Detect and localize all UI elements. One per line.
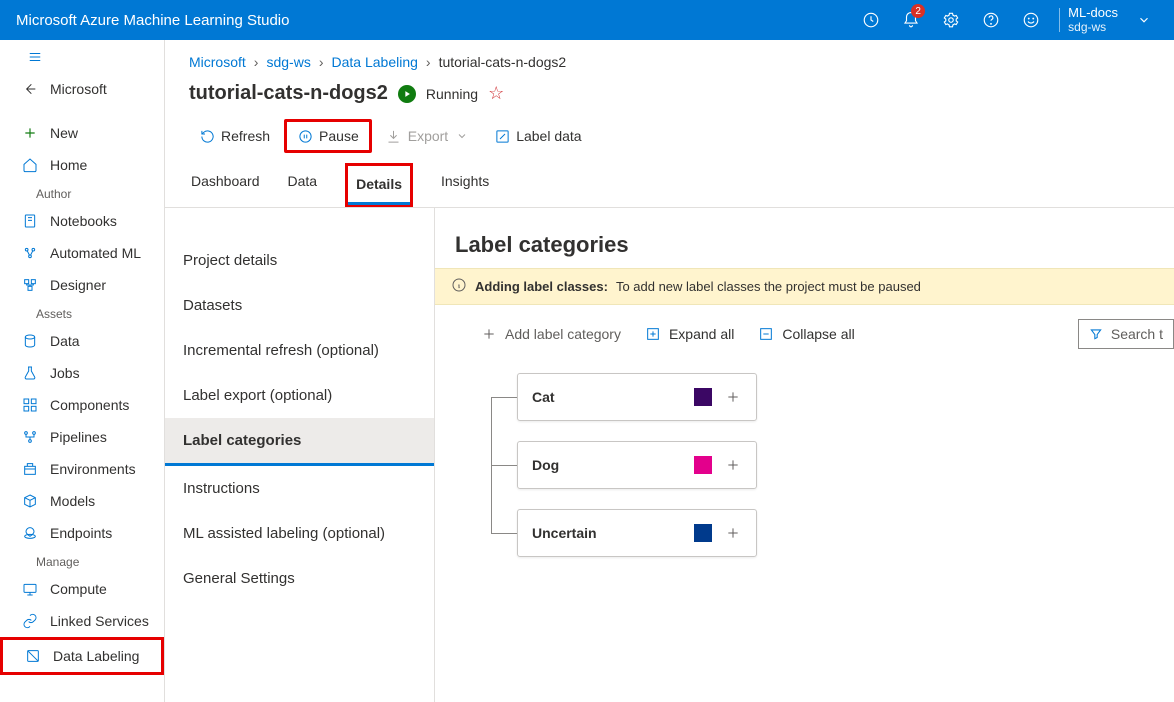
pause-icon [297,128,313,144]
hamburger-icon[interactable] [0,40,164,73]
play-circle-icon [398,85,416,103]
detail-nav-label-categories[interactable]: Label categories [165,418,434,466]
sidebar-item-automl[interactable]: Automated ML [0,237,164,269]
edit-box-icon [494,128,510,144]
color-swatch [694,524,712,542]
link-icon [22,613,38,629]
sidebar-item-compute[interactable]: Compute [0,573,164,605]
detail-nav-general-settings[interactable]: General Settings [165,556,434,601]
feedback-icon[interactable] [1011,0,1051,40]
sidebar-item-data-labeling[interactable]: Data Labeling [0,637,164,675]
detail-nav-instructions[interactable]: Instructions [165,466,434,511]
plus-icon [22,125,38,141]
sidebar-item-environments[interactable]: Environments [0,453,164,485]
refresh-icon [199,128,215,144]
detail-nav-label-export[interactable]: Label export (optional) [165,373,434,418]
category-card[interactable]: Cat [517,373,757,421]
label-icon [25,648,41,664]
sidebar-item-new[interactable]: New [0,117,164,149]
search-input[interactable]: Search t [1078,319,1174,349]
sidebar-item-data[interactable]: Data [0,325,164,357]
components-icon [22,397,38,413]
export-icon [386,128,402,144]
notebook-icon [22,213,38,229]
compute-icon [22,581,38,597]
sidebar-item-linked-services[interactable]: Linked Services [0,605,164,637]
add-child-button[interactable] [724,524,742,542]
page-title: tutorial-cats-n-dogs2 [189,82,388,105]
expand-all-button[interactable]: Expand all [645,326,734,342]
sidebar-item-jobs[interactable]: Jobs [0,357,164,389]
export-button: Export [376,122,480,150]
tab-dashboard[interactable]: Dashboard [191,163,260,207]
breadcrumb-current: tutorial-cats-n-dogs2 [439,54,567,70]
info-bar: Adding label classes: To add new label c… [435,268,1174,305]
notification-badge: 2 [911,4,925,18]
sidebar-item-components[interactable]: Components [0,389,164,421]
breadcrumb-link[interactable]: sdg-ws [266,54,310,70]
add-child-button[interactable] [724,456,742,474]
breadcrumb-link[interactable]: Microsoft [189,54,246,70]
detail-nav-ml-assisted[interactable]: ML assisted labeling (optional) [165,511,434,556]
designer-icon [22,277,38,293]
section-heading: Label categories [435,232,1174,258]
collapse-all-button[interactable]: Collapse all [758,326,854,342]
sidebar-item-designer[interactable]: Designer [0,269,164,301]
category-label: Uncertain [532,525,694,541]
add-label-category-button[interactable]: Add label category [481,326,621,342]
breadcrumb-link[interactable]: Data Labeling [332,54,418,70]
favorite-star-icon[interactable]: ☆ [488,83,504,104]
section-manage: Manage [0,549,164,573]
home-icon [22,157,38,173]
database-icon [22,333,38,349]
color-swatch [694,456,712,474]
detail-nav-datasets[interactable]: Datasets [165,283,434,328]
sidebar-item-pipelines[interactable]: Pipelines [0,421,164,453]
add-child-button[interactable] [724,388,742,406]
chevron-down-icon [454,128,470,144]
section-assets: Assets [0,301,164,325]
flask-icon [22,365,38,381]
pause-button[interactable]: Pause [284,119,372,153]
category-label: Dog [532,457,694,473]
refresh-button[interactable]: Refresh [189,122,280,150]
sidebar-item-endpoints[interactable]: Endpoints [0,517,164,549]
category-card[interactable]: Dog [517,441,757,489]
breadcrumb: Microsoft› sdg-ws› Data Labeling› tutori… [165,40,1174,76]
label-data-button[interactable]: Label data [484,122,591,150]
automl-icon [22,245,38,261]
tab-data[interactable]: Data [288,163,318,207]
chevron-down-icon[interactable] [1124,0,1164,40]
sidebar-item-home[interactable]: Home [0,149,164,181]
section-author: Author [0,181,164,205]
status-text: Running [426,86,478,102]
models-icon [22,493,38,509]
help-icon[interactable] [971,0,1011,40]
category-label: Cat [532,389,694,405]
info-icon [451,277,467,296]
workspace-picker[interactable]: ML-docs sdg-ws [1068,6,1124,33]
tab-insights[interactable]: Insights [441,163,489,207]
category-card[interactable]: Uncertain [517,509,757,557]
notifications-icon[interactable]: 2 [891,0,931,40]
back-arrow-icon [22,81,38,97]
pipeline-icon [22,429,38,445]
sidebar-item-models[interactable]: Models [0,485,164,517]
detail-nav-incremental-refresh[interactable]: Incremental refresh (optional) [165,328,434,373]
settings-icon[interactable] [931,0,971,40]
color-swatch [694,388,712,406]
history-icon[interactable] [851,0,891,40]
app-title: Microsoft Azure Machine Learning Studio [16,12,851,29]
endpoints-icon [22,525,38,541]
detail-nav-project-details[interactable]: Project details [165,238,434,283]
tab-details[interactable]: Details [345,163,413,207]
sidebar-item-notebooks[interactable]: Notebooks [0,205,164,237]
filter-icon [1089,327,1103,341]
environments-icon [22,461,38,477]
back-button[interactable]: Microsoft [0,73,164,105]
